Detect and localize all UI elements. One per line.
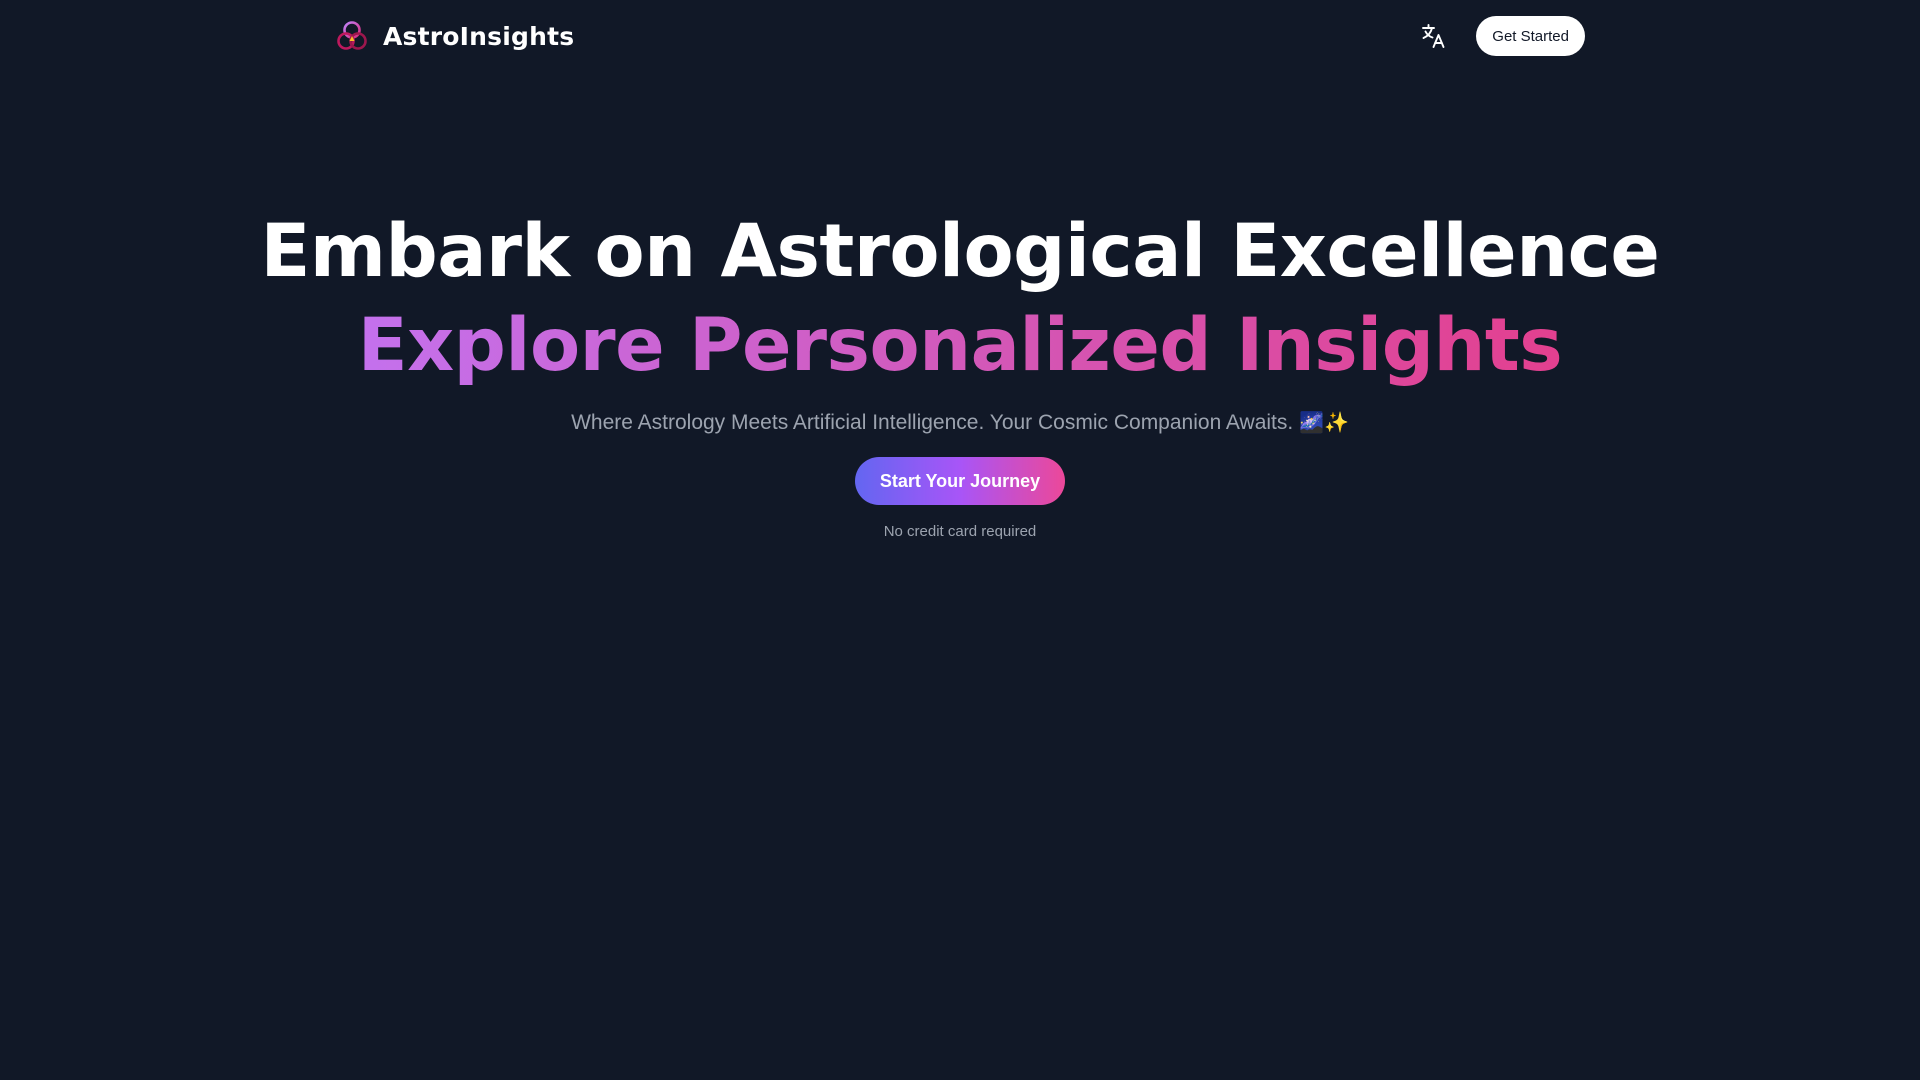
- header-actions: Get Started: [1414, 16, 1585, 56]
- hero-title: Embark on Astrological Excellence: [260, 209, 1660, 294]
- get-started-button[interactable]: Get Started: [1476, 16, 1585, 56]
- language-button[interactable]: [1414, 16, 1454, 56]
- galaxy-sparkles-emoji: 🌌✨: [1299, 412, 1349, 434]
- brand-name: AstroInsights: [383, 21, 575, 51]
- hero-subtitle: Explore Personalized Insights: [358, 299, 1563, 393]
- site-header: AstroInsights Get Started: [335, 0, 1585, 72]
- start-journey-button[interactable]: Start Your Journey: [854, 457, 1066, 505]
- brand-link[interactable]: AstroInsights: [335, 19, 574, 53]
- hero-subtitle-row: Explore Personalized Insights: [0, 299, 1920, 393]
- cta-note: No credit card required: [883, 523, 1037, 540]
- hero-tagline: Where Astrology Meets Artificial Intelli…: [0, 409, 1920, 437]
- hero-tagline-text: Where Astrology Meets Artificial Intelli…: [571, 411, 1294, 434]
- three-rings-logo-icon: [337, 21, 367, 50]
- translate-icon: [1422, 24, 1445, 48]
- hero-section: Embark on Astrological Excellence Explor…: [0, 205, 1920, 540]
